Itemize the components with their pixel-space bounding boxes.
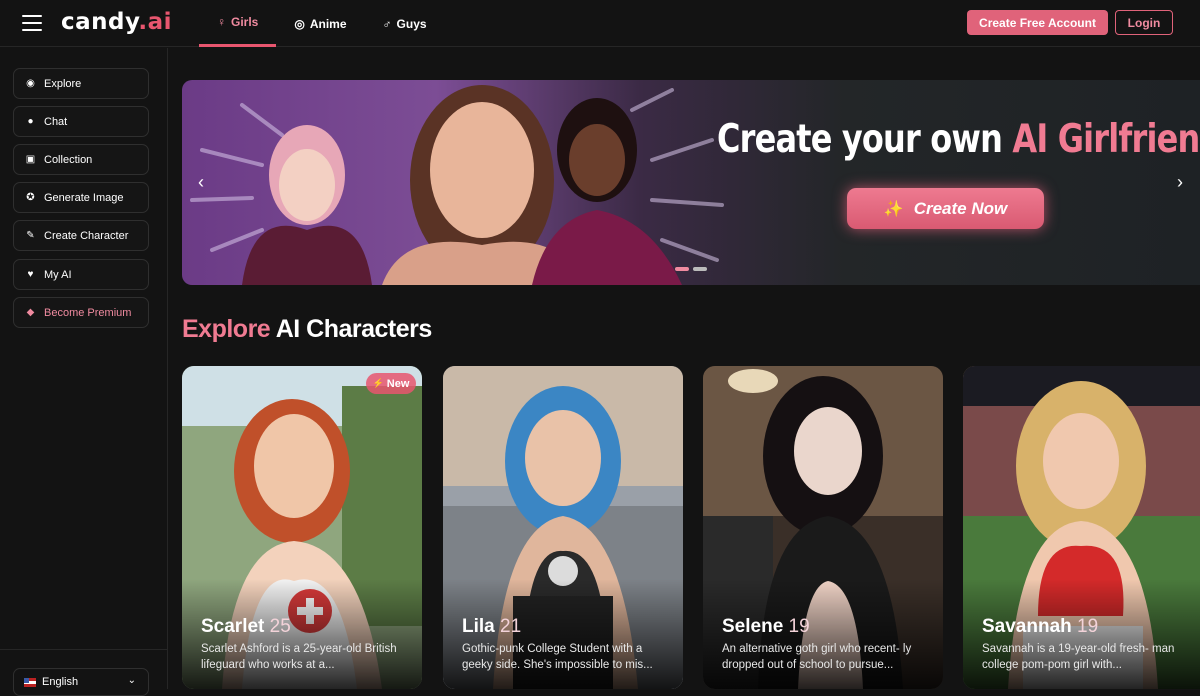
female-icon: ♀ <box>217 15 226 29</box>
chat-bubble-icon: ● <box>27 116 34 127</box>
character-age: 21 <box>500 616 522 637</box>
sidebar-item-label: Create Character <box>44 229 129 242</box>
character-name: Savannah <box>982 616 1072 637</box>
character-name: Selene <box>722 616 784 637</box>
character-name: Scarlet <box>201 616 265 637</box>
character-age: 25 <box>269 616 291 637</box>
character-card-savannah[interactable]: Savannah 19 Savannah is a 19-year-old fr… <box>963 366 1200 689</box>
banner-title-white: Create your own <box>717 117 1013 162</box>
banner-artwork <box>190 85 724 285</box>
magic-wand-icon: ✎ <box>26 230 35 241</box>
sidebar-item-label: Explore <box>44 77 82 90</box>
section-title: Explore AI Characters <box>182 315 432 344</box>
carousel-dot[interactable] <box>693 267 707 271</box>
sidebar-item-chat[interactable]: ● Chat <box>13 106 149 137</box>
tab-label: Guys <box>396 16 427 31</box>
carousel-dot[interactable] <box>675 267 689 271</box>
card-description: Gothic-punk College Student with a geeky… <box>462 643 653 671</box>
sidebar: ◉ Explore ● Chat ▣ Collection ✪ Generate Ima… <box>0 48 168 696</box>
sidebar-item-label: Become Premium <box>44 306 132 319</box>
tab-girls[interactable]: ♀ Girls <box>199 0 277 47</box>
sidebar-item-become-premium[interactable]: ◆ Become Premium <box>13 297 149 328</box>
character-card-lila[interactable]: Lila 21 Gothic-punk College Student with… <box>443 366 683 689</box>
sidebar-item-explore[interactable]: ◉ Explore <box>13 68 149 99</box>
badge-label: New <box>386 377 410 390</box>
create-now-label: Create Now <box>913 198 1008 218</box>
card-name: Lila 21 <box>462 616 521 638</box>
logo[interactable]: candy.ai <box>61 9 172 35</box>
section-title-white: AI Characters <box>270 315 433 343</box>
tab-label: Anime <box>309 16 347 31</box>
tab-label: Girls <box>231 15 259 29</box>
anime-icon: ◎ <box>294 16 305 31</box>
card-name: Savannah 19 <box>982 616 1098 638</box>
us-flag-icon <box>24 677 36 687</box>
heart-robot-icon: ♥ <box>27 269 34 280</box>
carousel-prev-arrow-icon[interactable]: ‹ <box>198 172 204 193</box>
card-name: Selene 19 <box>722 616 810 638</box>
menu-icon[interactable] <box>22 15 42 31</box>
sidebar-item-label: Chat <box>44 115 68 128</box>
hero-banner[interactable]: Create your own AI Girlfriend ✨ Create No… <box>182 80 1200 285</box>
character-card-selene[interactable]: Selene 19 An alternative goth girl who r… <box>703 366 943 689</box>
character-age: 19 <box>1077 616 1099 637</box>
sidebar-item-label: Generate Image <box>44 191 124 204</box>
card-description: Scarlet Ashford is a 25-year-old British… <box>201 643 397 671</box>
banner-title-pink: AI Girlfriend <box>1012 117 1200 162</box>
magic-wand-icon: ✨ <box>883 200 904 218</box>
new-badge: ⚡ New <box>366 373 416 394</box>
diamond-icon: ◆ <box>26 307 35 318</box>
lightning-icon: ⚡ <box>372 378 384 388</box>
login-button[interactable]: Login <box>1115 10 1173 35</box>
sidebar-item-collection[interactable]: ▣ Collection <box>13 144 149 175</box>
gallery-icon: ▣ <box>25 154 36 165</box>
tab-anime[interactable]: ◎ Anime <box>276 0 364 47</box>
top-header: candy.ai ♀ Girls ◎ Anime ♂ Guys Create Free… <box>0 0 1200 47</box>
language-label: English <box>42 676 79 688</box>
sidebar-item-generate-image[interactable]: ✪ Generate Image <box>13 182 149 213</box>
sidebar-item-my-ai[interactable]: ♥ My AI <box>13 259 149 290</box>
language-select[interactable]: English ⌄ <box>13 668 149 696</box>
carousel-indicators <box>675 267 707 271</box>
image-generate-icon: ✪ <box>26 192 35 203</box>
character-card-scarlet[interactable]: ⚡ New Scarlet 25 Scarlet Ashford is a 25-… <box>182 366 422 689</box>
section-title-pink: Explore <box>182 315 271 343</box>
tab-guys[interactable]: ♂ Guys <box>365 0 445 47</box>
category-tabs: ♀ Girls ◎ Anime ♂ Guys <box>199 0 445 47</box>
card-name: Scarlet 25 <box>201 616 291 638</box>
create-now-button[interactable]: ✨ Create Now <box>847 188 1044 229</box>
sidebar-item-label: Collection <box>44 153 93 166</box>
compass-icon: ◉ <box>26 78 35 89</box>
male-icon: ♂ <box>382 16 392 31</box>
sidebar-item-label: My AI <box>44 268 72 281</box>
carousel-next-arrow-icon[interactable]: › <box>1177 172 1183 193</box>
banner-title: Create your own AI Girlfriend <box>717 117 1200 162</box>
sidebar-divider <box>0 649 168 650</box>
sidebar-item-create-character[interactable]: ✎ Create Character <box>13 220 149 251</box>
character-name: Lila <box>462 616 495 637</box>
card-description: An alternative goth girl who recent- ly … <box>722 643 912 671</box>
logo-suffix: .ai <box>138 9 173 35</box>
create-free-account-button[interactable]: Create Free Account <box>967 10 1108 35</box>
character-age: 19 <box>788 616 810 637</box>
logo-text: candy <box>61 9 139 35</box>
card-description: Savannah is a 19-year-old fresh- man col… <box>982 643 1175 671</box>
chevron-down-icon: ⌄ <box>127 675 136 686</box>
